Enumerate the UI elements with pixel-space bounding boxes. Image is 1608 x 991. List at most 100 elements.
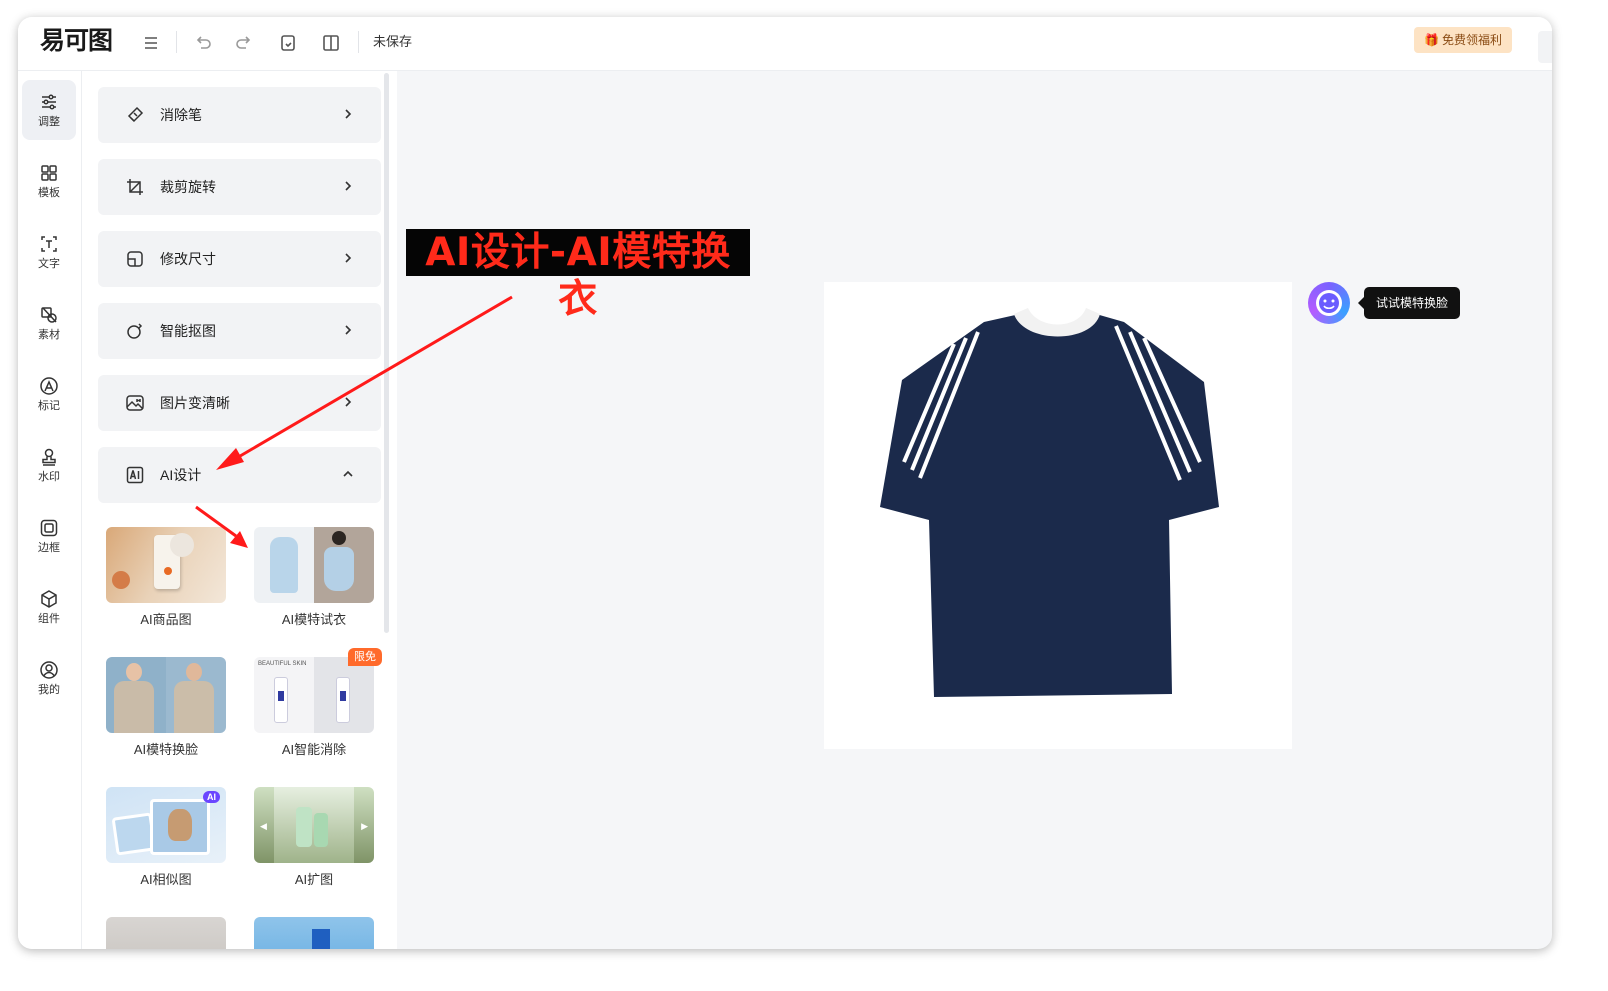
app-window: 易可图 未保存 🎁 免费领福利 调整 模板 文字 素材 标记 水印 边框 组件 … <box>18 17 1552 949</box>
grid-icon <box>41 165 57 181</box>
app-logo[interactable]: 易可图 <box>40 27 113 55</box>
free-benefits-button[interactable]: 🎁 免费领福利 <box>1414 27 1512 53</box>
tool-image-enhance[interactable]: 图片变清晰 <box>98 375 381 431</box>
ai-tile-label: AI相似图 <box>140 872 192 887</box>
ai-expand-thumbnail: ◀ ▶ <box>254 787 374 863</box>
side-panel-toggle[interactable] <box>1538 31 1552 63</box>
sliders-icon <box>42 94 56 110</box>
tool-label: AI设计 <box>160 467 202 483</box>
chevron-up-icon <box>343 470 353 477</box>
ai-tag-decor: AI <box>203 791 220 803</box>
ai-tile-product-image[interactable]: AI商品图 <box>106 527 226 628</box>
toolbar-divider <box>176 31 177 53</box>
rail-item-watermark[interactable]: 水印 <box>22 435 76 495</box>
history-icon[interactable] <box>277 32 299 54</box>
top-toolbar: 易可图 未保存 🎁 免费领福利 <box>18 17 1552 71</box>
free-badge: 限免 <box>348 648 382 666</box>
face-swap-tooltip: 试试模特换脸 <box>1357 287 1461 319</box>
tool-crop-rotate[interactable]: 裁剪旋转 <box>98 159 381 215</box>
gift-icon: 🎁 <box>1424 33 1439 47</box>
ai-similar-thumbnail: AI <box>106 787 226 863</box>
chevron-right-icon <box>345 181 352 191</box>
rail-item-marker[interactable]: 标记 <box>22 364 76 424</box>
smile-icon <box>1316 290 1342 316</box>
crop-icon <box>127 179 143 195</box>
text-icon <box>41 236 57 252</box>
ai-tryon-thumbnail <box>254 527 374 603</box>
rail-item-components[interactable]: 组件 <box>22 577 76 637</box>
rail-item-mine[interactable]: 我的 <box>22 648 76 708</box>
compare-icon[interactable] <box>320 32 342 54</box>
ai-tile-label: AI智能消除 <box>281 742 347 757</box>
tool-ai-design[interactable]: AI设计 <box>98 447 381 503</box>
ai-product-thumbnail <box>106 527 226 603</box>
save-status: 未保存 <box>373 34 413 49</box>
shapes-icon <box>41 307 57 323</box>
chevron-right-icon <box>345 397 352 407</box>
rail-item-text[interactable]: 文字 <box>22 222 76 282</box>
stamp-icon <box>42 448 56 466</box>
undo-icon[interactable] <box>192 32 214 54</box>
ai-more-thumbnail <box>254 917 374 949</box>
chevron-right-icon <box>345 325 352 335</box>
try-face-swap-button[interactable] <box>1308 282 1350 324</box>
tool-label: 消除笔 <box>160 107 202 123</box>
ai-faceswap-thumbnail <box>106 657 226 733</box>
tool-label: 智能抠图 <box>160 323 216 339</box>
rail-item-label: 素材 <box>38 329 60 341</box>
tool-resize[interactable]: 修改尺寸 <box>98 231 381 287</box>
rail-item-materials[interactable]: 素材 <box>22 293 76 353</box>
free-benefits-label: 免费领福利 <box>1441 33 1502 47</box>
tool-label: 图片变清晰 <box>160 395 230 411</box>
chevron-right-icon <box>345 109 352 119</box>
rail-item-label: 文字 <box>38 258 60 270</box>
ai-tile-label: AI模特试衣 <box>281 612 347 627</box>
panel-scrollbar[interactable] <box>384 73 389 633</box>
rail-item-label: 边框 <box>38 542 60 554</box>
frame-icon <box>40 519 58 537</box>
ai-tile-model-tryon[interactable]: AI模特试衣 <box>254 527 374 628</box>
menu-icon[interactable] <box>140 32 162 54</box>
tool-eraser-pen[interactable]: 消除笔 <box>98 87 381 143</box>
rail-item-templates[interactable]: 模板 <box>22 151 76 211</box>
hd-icon <box>126 395 144 411</box>
tool-smart-cutout[interactable]: 智能抠图 <box>98 303 381 359</box>
rail-item-label: 组件 <box>38 613 60 625</box>
annotation-label: AI设计-AI模特换衣 <box>406 229 750 322</box>
chevron-right-icon <box>345 253 352 263</box>
toolbar-divider <box>358 31 359 53</box>
rail-item-label: 水印 <box>38 471 60 483</box>
ai-tile-expand[interactable]: ◀ ▶ AI扩图 <box>254 787 374 888</box>
ai-tile-face-swap[interactable]: AI模特换脸 <box>106 657 226 758</box>
rail-item-label: 我的 <box>38 684 60 696</box>
ai-tile-more[interactable] <box>254 917 374 949</box>
redo-icon[interactable] <box>233 32 255 54</box>
ai-icon <box>126 466 144 484</box>
tshirt-image <box>880 308 1219 697</box>
rail-item-frame[interactable]: 边框 <box>22 506 76 566</box>
marker-icon <box>40 377 58 395</box>
ai-tile-label: AI扩图 <box>294 872 334 887</box>
left-nav-rail: 调整 模板 文字 素材 标记 水印 边框 组件 我的 <box>18 71 82 949</box>
rail-item-label: 模板 <box>38 187 60 199</box>
rail-item-adjust[interactable]: 调整 <box>22 80 76 140</box>
cutout-icon <box>127 323 143 339</box>
ai-tile-label: AI模特换脸 <box>133 742 199 757</box>
ai-tile-label: AI商品图 <box>140 612 192 627</box>
tool-label: 修改尺寸 <box>160 251 216 267</box>
ai-more-thumbnail <box>106 917 226 949</box>
tool-label: 裁剪旋转 <box>160 179 216 195</box>
user-icon <box>40 661 58 679</box>
resize-icon <box>127 251 143 267</box>
thumbnail-caption-decor: BEAUTIFUL SKIN <box>258 661 307 667</box>
cube-icon <box>41 590 57 608</box>
ai-tile-similar-image[interactable]: AI AI相似图 <box>106 787 226 888</box>
ai-tile-smart-erase[interactable]: BEAUTIFUL SKIN 限免 AI智能消除 <box>254 648 382 758</box>
rail-item-label: 调整 <box>38 116 60 128</box>
canvas-image[interactable] <box>824 282 1292 749</box>
rail-item-label: 标记 <box>38 400 60 412</box>
ai-tile-more[interactable] <box>106 917 226 949</box>
expand-left-icon: ◀ <box>260 821 267 831</box>
expand-right-icon: ▶ <box>361 821 368 831</box>
eraser-icon <box>127 106 144 123</box>
